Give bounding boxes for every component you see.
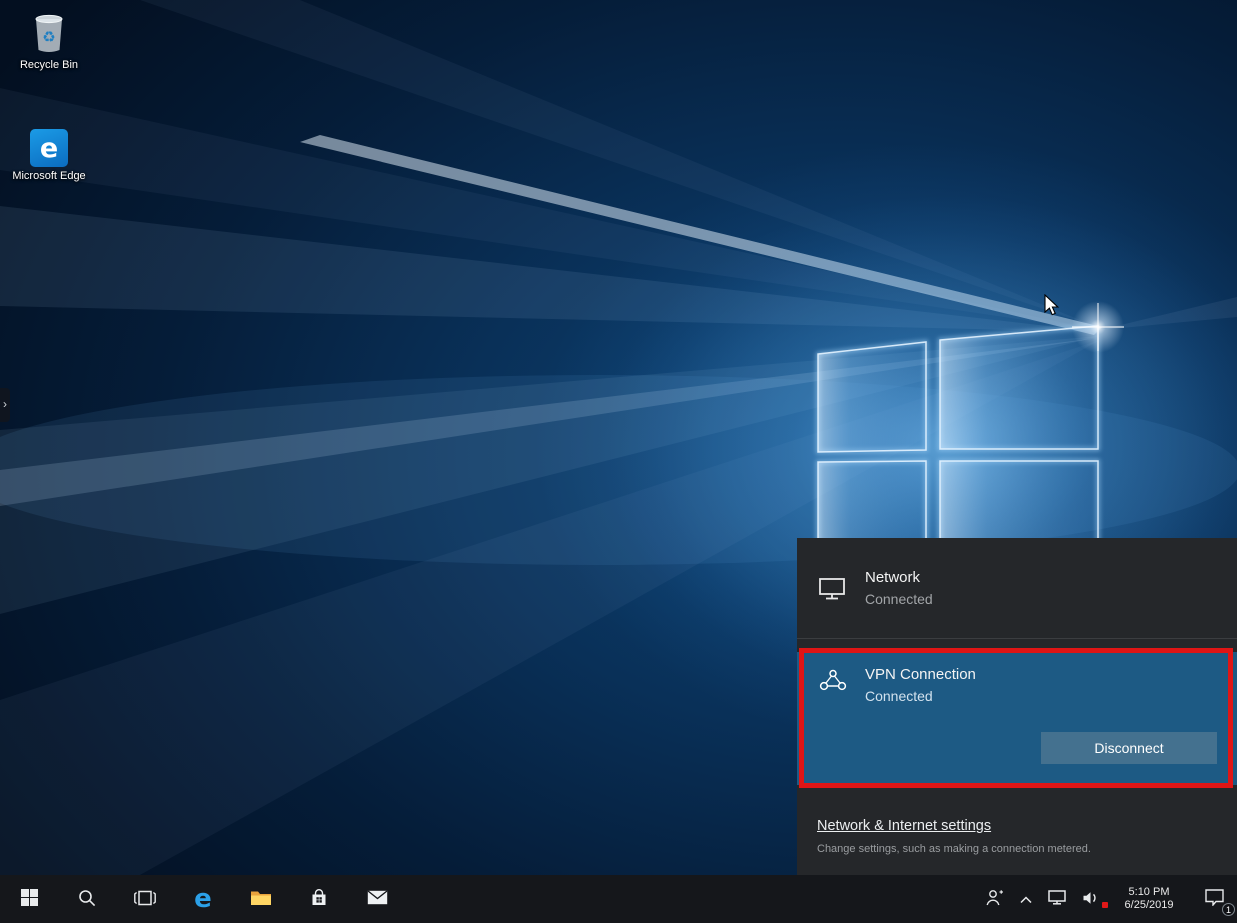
taskbar-clock[interactable]: 5:10 PM 6/25/2019 — [1107, 875, 1191, 923]
ethernet-icon — [817, 576, 849, 601]
chevron-right-icon: › — [3, 397, 7, 411]
vpn-status: Connected — [865, 688, 976, 704]
taskbar-edge-button[interactable]: e — [174, 875, 232, 923]
start-button[interactable] — [0, 875, 58, 923]
vpn-icon — [817, 669, 849, 693]
store-button[interactable] — [290, 875, 348, 923]
folder-icon — [250, 889, 272, 909]
system-tray: 5:10 PM 6/25/2019 1 — [976, 875, 1237, 923]
flyout-footer: Network & Internet settings Change setti… — [797, 785, 1237, 855]
action-center-button[interactable]: 1 — [1191, 875, 1237, 923]
network-tray-icon — [1048, 890, 1066, 908]
recycle-glyph: ♻ — [42, 28, 55, 46]
left-edge-panel-tab[interactable]: › — [0, 388, 10, 422]
vpn-list-item[interactable]: VPN Connection Connected Disconnect — [797, 652, 1237, 785]
network-name: Network — [865, 569, 933, 586]
desktop-icon-label: Microsoft Edge — [12, 170, 86, 183]
settings-hint: Change settings, such as making a connec… — [817, 843, 1217, 855]
volume-icon — [1082, 891, 1099, 908]
recycle-bin-icon: ♻ — [12, 12, 86, 56]
task-view-icon — [134, 890, 156, 909]
edge-icon: e — [30, 129, 68, 167]
people-button[interactable] — [976, 875, 1012, 923]
windows-logo-icon — [21, 889, 38, 909]
edge-letter: e — [40, 135, 58, 162]
chevron-up-icon — [1020, 892, 1032, 907]
notification-badge: 1 — [1222, 903, 1235, 916]
edge-icon: e — [194, 886, 212, 912]
tray-volume-button[interactable] — [1074, 875, 1107, 923]
clock-date: 6/25/2019 — [1125, 899, 1174, 912]
network-list-item[interactable]: Network Connected — [797, 538, 1237, 638]
network-status: Connected — [865, 591, 933, 607]
tray-network-button[interactable] — [1040, 875, 1074, 923]
disconnect-button[interactable]: Disconnect — [1041, 732, 1217, 764]
network-flyout: Network Connected V — [797, 538, 1237, 875]
store-icon — [310, 889, 328, 910]
people-icon — [984, 889, 1004, 909]
spacer — [797, 639, 1237, 652]
tray-overflow-button[interactable] — [1012, 875, 1040, 923]
mail-button[interactable] — [348, 875, 406, 923]
taskbar: e — [0, 875, 1237, 923]
mail-icon — [367, 890, 388, 908]
search-button[interactable] — [58, 875, 116, 923]
windows-desktop: ♻ Recycle Bin e Microsoft Edge › Network… — [0, 0, 1237, 923]
network-internet-settings-link[interactable]: Network & Internet settings — [817, 818, 991, 834]
desktop-icon-recycle-bin[interactable]: ♻ Recycle Bin — [12, 12, 86, 72]
clock-time: 5:10 PM — [1129, 886, 1170, 899]
action-center-icon — [1205, 889, 1224, 909]
desktop-icon-label: Recycle Bin — [12, 59, 86, 72]
desktop-icon-microsoft-edge[interactable]: e Microsoft Edge — [12, 126, 86, 183]
search-icon — [78, 889, 96, 910]
file-explorer-button[interactable] — [232, 875, 290, 923]
mouse-cursor — [1044, 294, 1060, 317]
vpn-name: VPN Connection — [865, 666, 976, 683]
task-view-button[interactable] — [116, 875, 174, 923]
